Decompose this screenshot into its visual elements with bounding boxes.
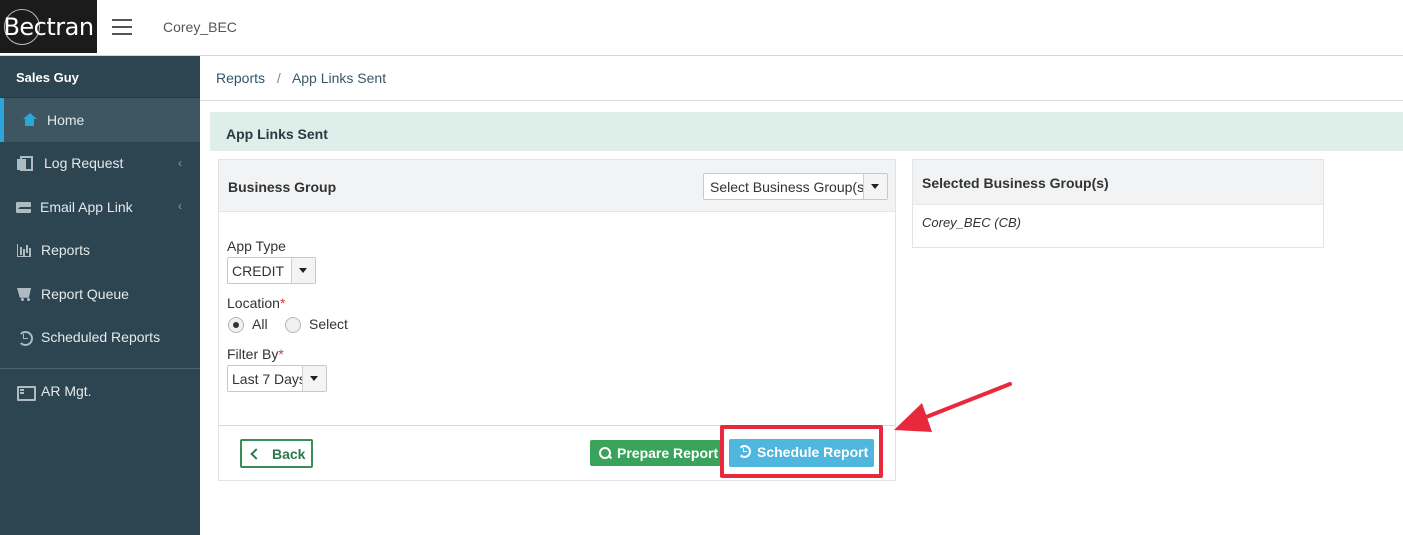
caret-down-icon: [302, 366, 326, 391]
app-type-select[interactable]: CREDIT: [227, 257, 316, 284]
location-all-label: All: [252, 316, 268, 332]
home-icon: [22, 112, 37, 127]
caret-down-icon: [291, 258, 315, 283]
business-group-select-value: Select Business Group(s): [710, 179, 869, 195]
sidebar: Sales Guy Home Log Request ‹ Email App L…: [0, 56, 200, 535]
business-group-label: Business Group: [228, 179, 337, 195]
filter-by-value: Last 7 Days: [232, 371, 306, 387]
sidebar-item-home[interactable]: Home: [0, 98, 200, 142]
copy-icon: [17, 156, 33, 172]
sidebar-item-log-request[interactable]: Log Request ‹: [0, 142, 200, 186]
caret-down-icon: [863, 174, 887, 199]
app-type-label: App Type: [227, 238, 286, 254]
history-icon: [17, 330, 33, 347]
back-button[interactable]: Back: [240, 439, 313, 468]
envelope-icon: [16, 200, 33, 214]
chevron-left-icon: ‹: [178, 199, 182, 213]
sidebar-item-label: Scheduled Reports: [41, 329, 161, 346]
location-select-radio[interactable]: [285, 317, 301, 333]
sidebar-item-label: AR Mgt.: [41, 382, 92, 399]
id-card-icon: [17, 384, 36, 401]
prepare-report-label: Prepare Report: [617, 445, 719, 461]
logo-text: Bectran: [3, 12, 94, 41]
location-select-label: Select: [309, 316, 348, 332]
business-group-select[interactable]: Select Business Group(s): [703, 173, 888, 200]
sidebar-item-label: Report Queue: [41, 285, 129, 302]
app-type-value: CREDIT: [232, 263, 285, 279]
page-title: App Links Sent: [210, 112, 1403, 151]
filter-by-label-text: Filter By: [227, 346, 279, 362]
required-asterisk: *: [279, 295, 286, 311]
chevron-left-icon: ‹: [178, 155, 182, 170]
bar-chart-icon: [17, 243, 31, 258]
sidebar-item-label: Email App Link: [40, 198, 133, 215]
business-group-header: Business Group Select Business Group(s): [219, 160, 895, 212]
bectran-logo[interactable]: Bectran: [0, 0, 97, 53]
breadcrumb-separator: /: [276, 70, 281, 86]
location-label-text: Location: [227, 295, 280, 311]
location-label: Location*: [227, 295, 285, 311]
sidebar-item-ar-mgt[interactable]: AR Mgt.: [0, 369, 200, 413]
location-all-radio[interactable]: [228, 317, 244, 333]
sidebar-item-label: Log Request: [44, 155, 124, 172]
current-user-name[interactable]: Corey_BEC: [163, 19, 237, 35]
back-button-label: Back: [272, 446, 306, 462]
search-icon: [599, 447, 611, 459]
filter-by-label: Filter By*: [227, 346, 284, 362]
breadcrumb-current: App Links Sent: [291, 70, 387, 86]
sidebar-role: Sales Guy: [0, 56, 200, 98]
sidebar-item-email-app-link[interactable]: Email App Link ‹: [0, 185, 200, 229]
cart-icon: [17, 287, 31, 301]
selected-group-item: Corey_BEC (CB): [922, 215, 1021, 230]
prepare-report-button[interactable]: Prepare Report: [590, 440, 722, 466]
annotation-arrow: [894, 382, 1012, 432]
breadcrumb: Reports / App Links Sent: [200, 56, 1403, 101]
annotation-highlight-box: [720, 425, 883, 478]
sidebar-item-label: Home: [47, 111, 85, 128]
selected-groups-panel: Selected Business Group(s) Corey_BEC (CB…: [912, 159, 1324, 248]
top-bar: Bectran Corey_BEC: [0, 0, 1403, 56]
selected-groups-title: Selected Business Group(s): [913, 160, 1323, 205]
chevron-left-icon: [250, 448, 262, 460]
required-asterisk: *: [278, 346, 284, 362]
sidebar-item-reports[interactable]: Reports: [0, 229, 200, 273]
sidebar-item-report-queue[interactable]: Report Queue: [0, 272, 200, 316]
filter-by-select[interactable]: Last 7 Days: [227, 365, 327, 392]
hamburger-menu-icon[interactable]: [112, 19, 132, 35]
sidebar-item-scheduled-reports[interactable]: Scheduled Reports: [0, 316, 200, 360]
sidebar-item-label: Reports: [41, 242, 91, 259]
breadcrumb-reports-link[interactable]: Reports: [216, 70, 265, 86]
